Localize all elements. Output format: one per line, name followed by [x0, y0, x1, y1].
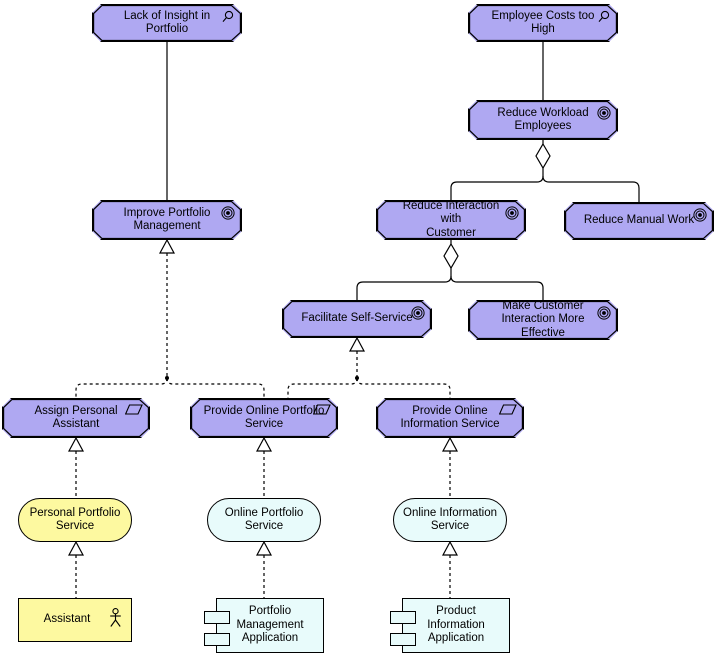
node-reduce-interaction-with-customer[interactable]: Reduce Interaction with Customer — [376, 200, 526, 240]
node-label: Provide Online Portfolio Service — [203, 404, 325, 430]
node-label: Assign Personal Assistant — [34, 404, 118, 430]
node-label: Provide Online Information Service — [400, 404, 500, 430]
edge-facilitate-branch-right — [356, 377, 451, 398]
node-label: Facilitate Self-Service — [301, 312, 413, 325]
realization-arrow-provide-online-portfolio — [255, 436, 273, 452]
aggregation-diamond-workload — [535, 142, 551, 170]
node-assign-personal-assistant[interactable]: Assign Personal Assistant — [2, 398, 150, 438]
component-tabs-icon — [204, 611, 230, 624]
edge-reduce-interaction-branch-right — [450, 275, 544, 300]
realization-arrow-online-information-service — [441, 540, 459, 556]
node-reduce-workload-employees[interactable]: Reduce Workload Employees — [468, 100, 618, 140]
realization-arrow-assign-personal-assistant — [67, 436, 85, 452]
realization-arrow-online-portfolio-service — [255, 540, 273, 556]
node-label: Product Information Application — [427, 605, 485, 645]
realization-arrow-personal-portfolio-service — [67, 540, 85, 556]
aggregation-diamond-interaction — [443, 242, 459, 270]
edge-improve-portfolio-branch-right — [166, 377, 265, 398]
node-label: Online Information Service — [403, 506, 497, 533]
edge-reduce-workload-branch — [450, 168, 544, 200]
component-tabs-icon — [204, 633, 230, 646]
edge-reduce-interaction-branch-left — [356, 268, 452, 300]
node-label: Portfolio Management Application — [236, 605, 304, 645]
junction-dot-facilitate — [355, 376, 359, 380]
edge-improve-portfolio-branch-left — [75, 377, 168, 398]
archimate-diagram-canvas: Lack of Insight in Portfolio Employee Co… — [0, 0, 714, 653]
node-label: Reduce Interaction with Customer — [402, 199, 500, 239]
node-reduce-manual-work[interactable]: Reduce Manual Work — [564, 202, 714, 240]
node-label: Personal Portfolio Service — [29, 506, 121, 533]
node-label: Reduce Workload Employees — [497, 106, 589, 132]
realization-arrow-improve-portfolio — [158, 238, 176, 254]
node-assistant[interactable]: Assistant — [18, 598, 132, 642]
node-facilitate-self-service[interactable]: Facilitate Self-Service — [282, 300, 432, 338]
component-tabs-icon — [390, 633, 416, 646]
junction-dot-improve-portfolio — [165, 376, 169, 380]
edge-reduce-workload-branch-right — [542, 175, 640, 202]
node-improve-portfolio-management[interactable]: Improve Portfolio Management — [92, 200, 242, 240]
node-label: Employee Costs too High — [491, 9, 595, 35]
realization-arrow-provide-online-information — [441, 436, 459, 452]
node-label: Improve Portfolio Management — [123, 206, 211, 232]
node-employee-costs-too-high[interactable]: Employee Costs too High — [468, 4, 618, 42]
node-provide-online-information-service[interactable]: Provide Online Information Service — [376, 398, 524, 438]
node-online-portfolio-service[interactable]: Online Portfolio Service — [207, 498, 321, 542]
node-product-information-application[interactable]: Product Information Application — [390, 598, 510, 653]
node-provide-online-portfolio-service[interactable]: Provide Online Portfolio Service — [190, 398, 338, 438]
realization-arrow-facilitate-self-service — [348, 336, 366, 352]
node-lack-of-insight-in-portfolio[interactable]: Lack of Insight in Portfolio — [92, 4, 242, 42]
node-portfolio-management-application[interactable]: Portfolio Management Application — [204, 598, 324, 653]
node-make-customer-interaction-more-effective[interactable]: Make Customer Interaction More Effective — [468, 300, 618, 340]
node-online-information-service[interactable]: Online Information Service — [393, 498, 507, 542]
node-label: Lack of Insight in Portfolio — [123, 9, 211, 35]
node-label: Make Customer Interaction More Effective — [501, 299, 585, 339]
edge-facilitate-branch-left — [287, 377, 358, 398]
node-label: Online Portfolio Service — [224, 506, 304, 533]
node-label: Reduce Manual Work — [583, 214, 695, 227]
node-personal-portfolio-service[interactable]: Personal Portfolio Service — [18, 498, 132, 542]
component-tabs-icon — [390, 611, 416, 624]
node-label: Assistant — [43, 613, 91, 626]
